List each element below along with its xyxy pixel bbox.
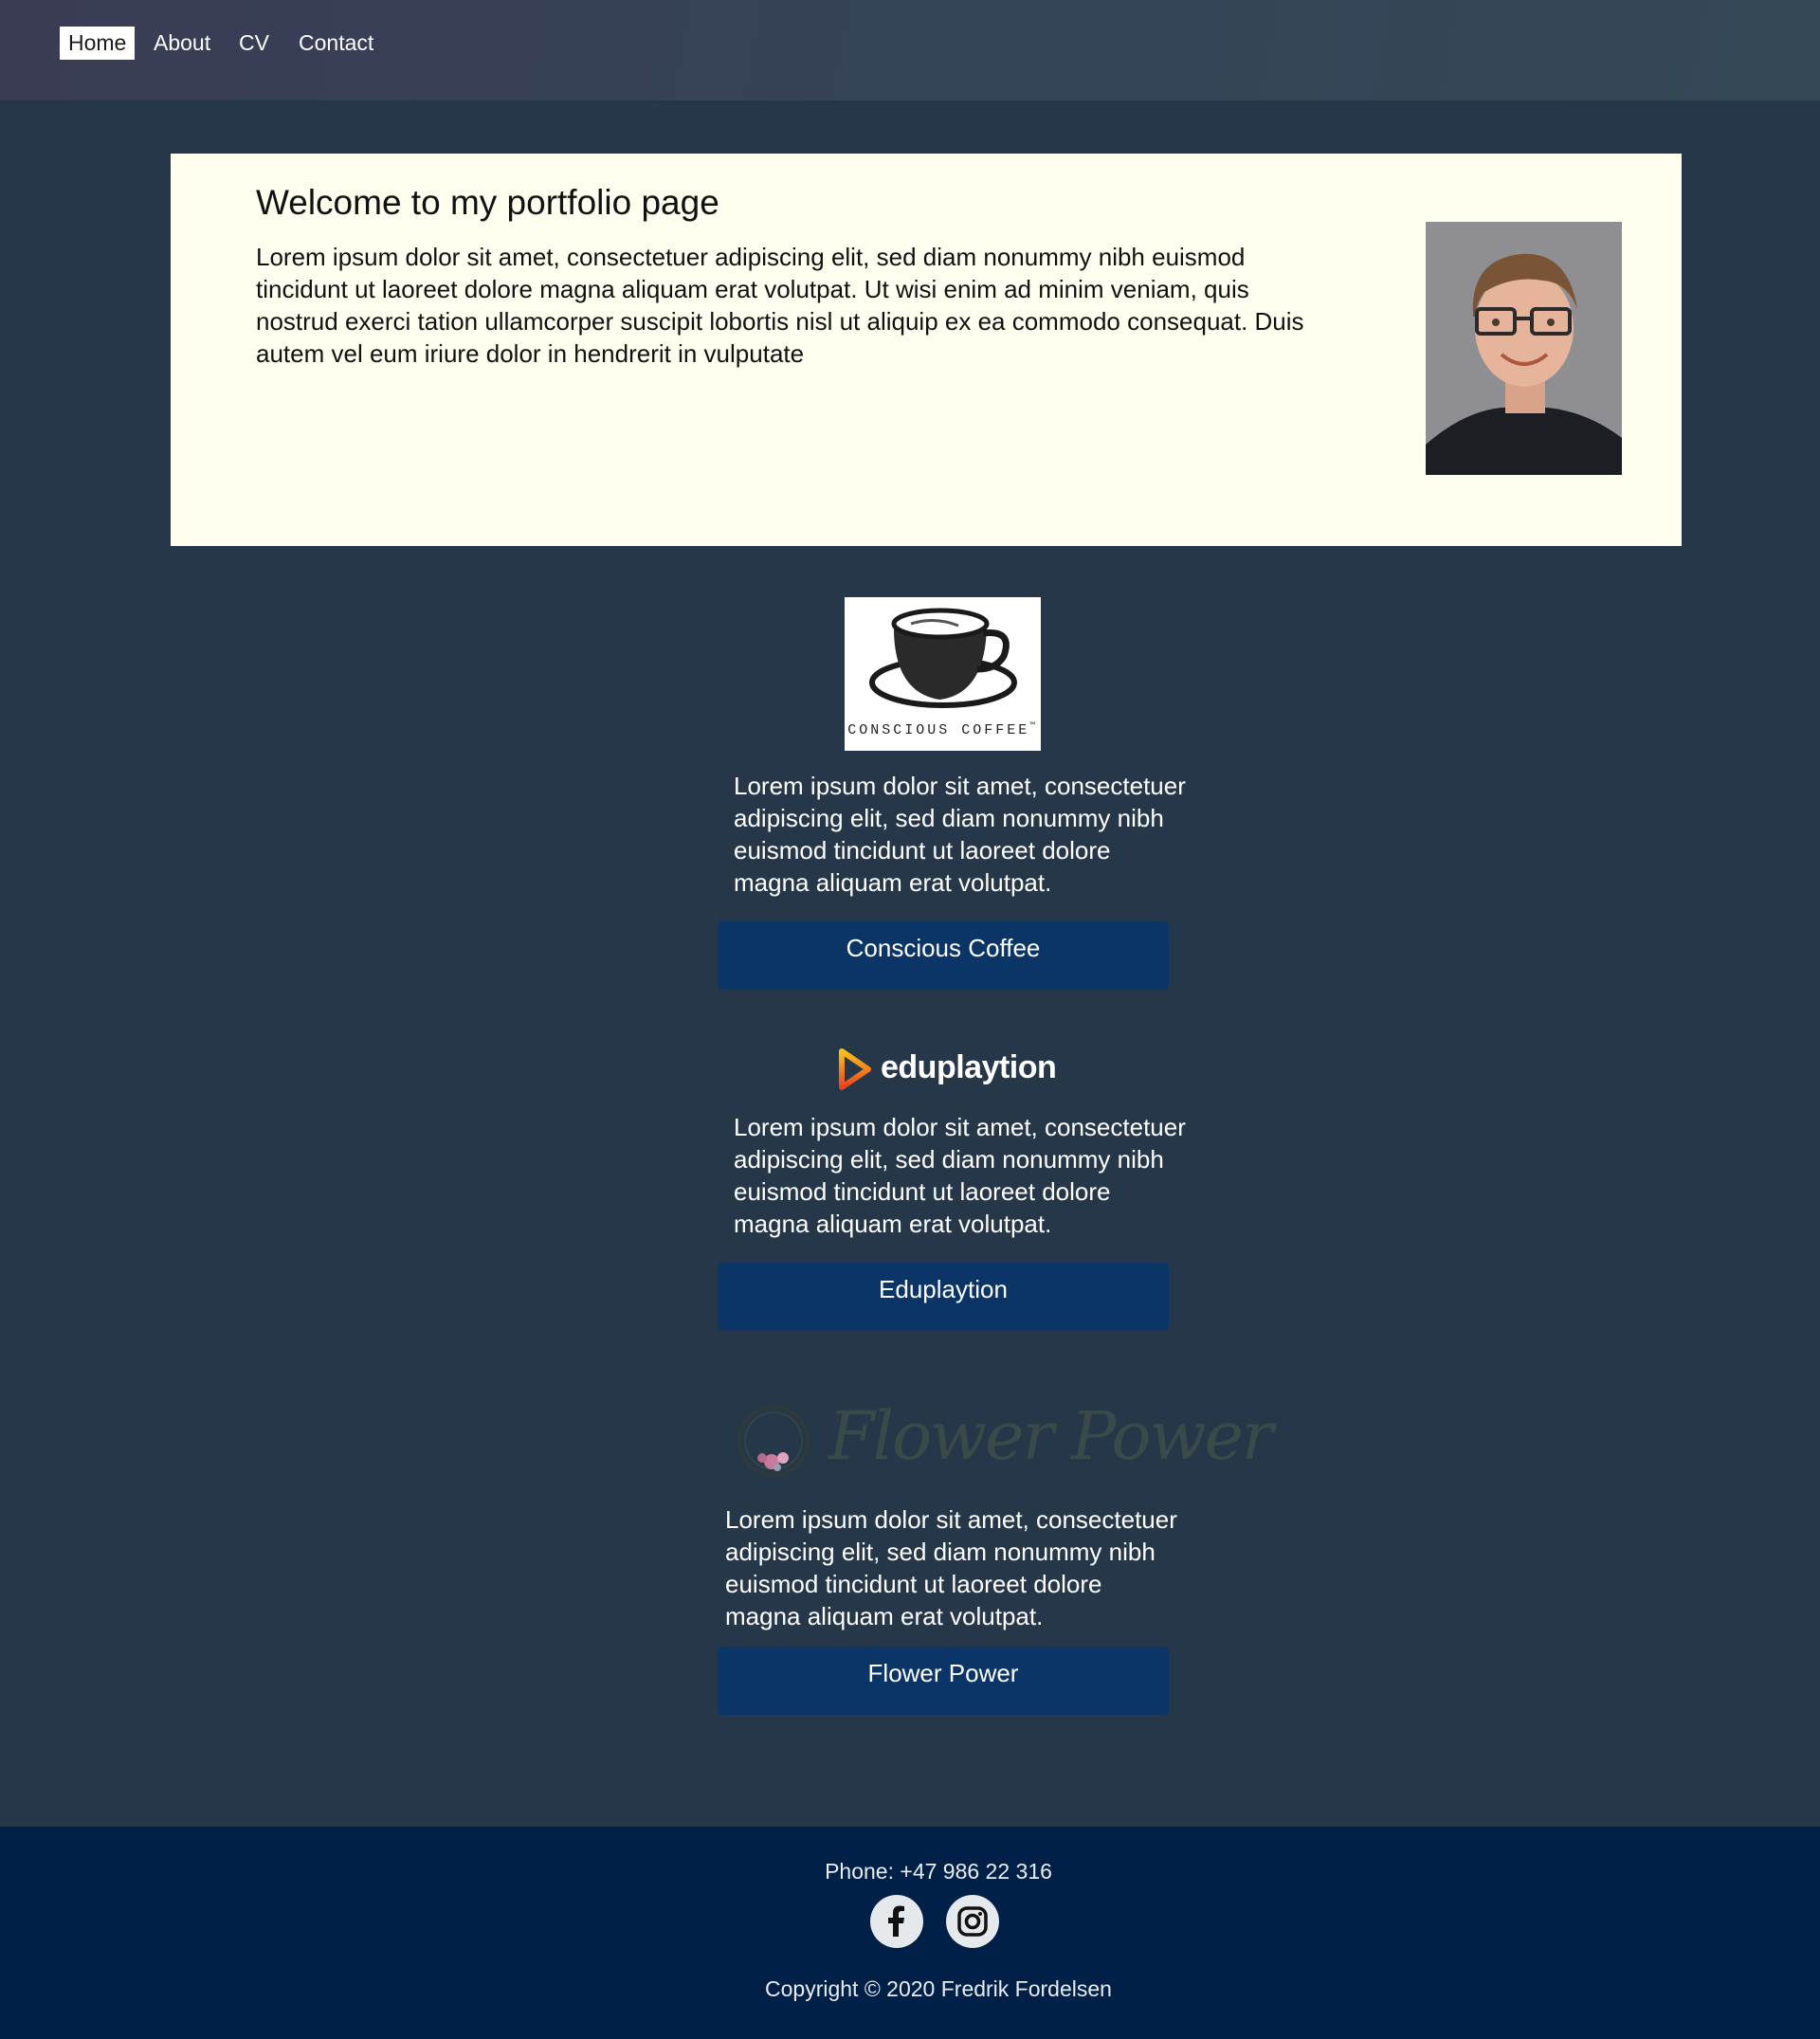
flower-power-logo-text: Flower Power xyxy=(828,1397,1273,1475)
eduplaytion-logo: eduplaytion xyxy=(838,1047,1065,1092)
flower-power-button[interactable]: Flower Power xyxy=(718,1647,1169,1715)
nav-home-link[interactable]: Home xyxy=(60,27,136,60)
page-footer: Phone: +47 986 22 316 Copyright © 2020 F… xyxy=(0,1827,1820,2039)
nav-cv-link[interactable]: CV xyxy=(230,27,278,60)
flower-power-description: Lorem ipsum dolor sit amet, consectetuer… xyxy=(725,1505,1177,1630)
play-triangle-icon xyxy=(839,1048,871,1090)
phone-number: Phone: +47 986 22 316 xyxy=(825,1859,1052,1884)
welcome-section: Welcome to my portfolio page Lorem ipsum… xyxy=(171,154,1682,546)
top-navbar: Home About CV Contact xyxy=(0,0,1820,100)
copyright-text: Copyright © 2020 Fredrik Fordelsen xyxy=(765,1976,1112,2001)
intro-text: Lorem ipsum dolor sit amet, consectetuer… xyxy=(256,243,1304,368)
trademark-mark: ™ xyxy=(1029,721,1038,731)
profile-photo xyxy=(1426,222,1622,475)
conscious-coffee-logo-text: CONSCIOUS COFFEE xyxy=(847,722,1030,738)
conscious-coffee-logo: CONSCIOUS COFFEE™ xyxy=(845,597,1041,751)
instagram-icon[interactable] xyxy=(946,1895,999,1948)
conscious-coffee-button[interactable]: Conscious Coffee xyxy=(718,921,1169,990)
page-title: Welcome to my portfolio page xyxy=(256,183,719,222)
eduplaytion-logo-text: eduplaytion xyxy=(881,1049,1057,1085)
flower-power-logo: Flower Power xyxy=(734,1392,1273,1484)
facebook-icon[interactable] xyxy=(870,1895,923,1948)
nav-about-link[interactable]: About xyxy=(145,27,219,60)
nav-contact-link[interactable]: Contact xyxy=(290,27,382,60)
eduplaytion-button[interactable]: Eduplaytion xyxy=(718,1263,1169,1331)
eduplaytion-description: Lorem ipsum dolor sit amet, consectetuer… xyxy=(734,1113,1186,1238)
conscious-coffee-description: Lorem ipsum dolor sit amet, consectetuer… xyxy=(734,772,1186,897)
flower-wreath-icon xyxy=(737,1405,810,1477)
